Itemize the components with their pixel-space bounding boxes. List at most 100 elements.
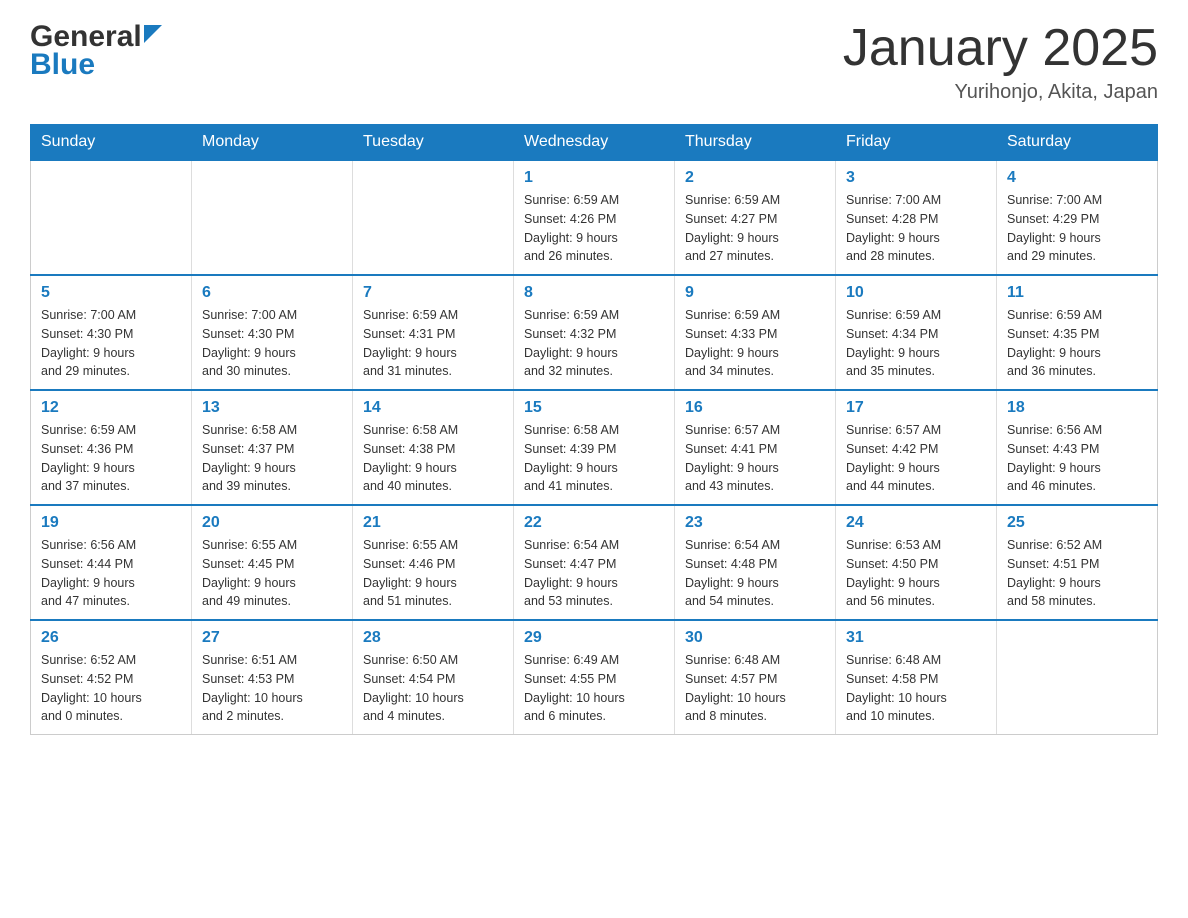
calendar-cell: 22Sunrise: 6:54 AM Sunset: 4:47 PM Dayli… [514, 505, 675, 620]
calendar-cell [997, 620, 1158, 735]
day-number: 11 [1007, 284, 1147, 302]
calendar-cell: 9 Sunrise: 6:59 AM Sunset: 4:33 PM Daylig… [675, 275, 836, 390]
day-info: Sunrise: 6:56 AM Sunset: 4:43 PM Dayligh… [1007, 421, 1147, 496]
day-number: 7 [363, 284, 503, 302]
day-number: 30 [685, 629, 825, 647]
calendar-cell: 26 Sunrise: 6:52 AM Sunset: 4:52 PM Dayli… [31, 620, 192, 735]
calendar-cell: 18 Sunrise: 6:56 AM Sunset: 4:43 PM Dayli… [997, 390, 1158, 505]
day-number: 23 [685, 514, 825, 532]
day-info: Sunrise: 7:00 AM Sunset: 4:28 PM Dayligh… [846, 191, 986, 266]
day-number: 6 [202, 284, 342, 302]
day-number: 9 [685, 284, 825, 302]
calendar-cell: 3 Sunrise: 7:00 AM Sunset: 4:28 PM Daylig… [836, 160, 997, 275]
calendar-cell: 2Sunrise: 6:59 AM Sunset: 4:27 PM Daylig… [675, 160, 836, 275]
calendar-week-row: 26 Sunrise: 6:52 AM Sunset: 4:52 PM Dayli… [31, 620, 1158, 735]
calendar-week-row: 1 Sunrise: 6:59 AM Sunset: 4:26 PM Daylig… [31, 160, 1158, 275]
day-number: 21 [363, 514, 503, 532]
day-info: Sunrise: 6:58 AM Sunset: 4:38 PM Dayligh… [363, 421, 503, 496]
calendar-week-row: 5 Sunrise: 7:00 AM Sunset: 4:30 PM Daylig… [31, 275, 1158, 390]
title-block: January 2025 Yurihonjo, Akita, Japan [843, 20, 1158, 104]
day-info: Sunrise: 7:00 AM Sunset: 4:30 PM Dayligh… [202, 306, 342, 381]
calendar-cell [31, 160, 192, 275]
calendar-cell: 20 Sunrise: 6:55 AM Sunset: 4:45 PM Dayli… [192, 505, 353, 620]
calendar-cell: 11 Sunrise: 6:59 AM Sunset: 4:35 PM Dayli… [997, 275, 1158, 390]
calendar-table: SundayMondayTuesdayWednesdayThursdayFrid… [30, 124, 1158, 735]
day-number: 2 [685, 169, 825, 187]
day-header-thursday: Thursday [675, 125, 836, 161]
day-info: Sunrise: 7:00 AM Sunset: 4:30 PM Dayligh… [41, 306, 181, 381]
calendar-cell: 31Sunrise: 6:48 AM Sunset: 4:58 PM Dayli… [836, 620, 997, 735]
calendar-cell: 25 Sunrise: 6:52 AM Sunset: 4:51 PM Dayli… [997, 505, 1158, 620]
calendar-cell: 28 Sunrise: 6:50 AM Sunset: 4:54 PM Dayli… [353, 620, 514, 735]
day-info: Sunrise: 6:55 AM Sunset: 4:45 PM Dayligh… [202, 536, 342, 611]
day-info: Sunrise: 6:52 AM Sunset: 4:52 PM Dayligh… [41, 651, 181, 726]
calendar-cell: 8 Sunrise: 6:59 AM Sunset: 4:32 PM Daylig… [514, 275, 675, 390]
day-number: 12 [41, 399, 181, 417]
day-header-friday: Friday [836, 125, 997, 161]
day-header-monday: Monday [192, 125, 353, 161]
day-number: 8 [524, 284, 664, 302]
day-number: 3 [846, 169, 986, 187]
day-number: 19 [41, 514, 181, 532]
day-info: Sunrise: 6:50 AM Sunset: 4:54 PM Dayligh… [363, 651, 503, 726]
calendar-cell: 14Sunrise: 6:58 AM Sunset: 4:38 PM Dayli… [353, 390, 514, 505]
calendar-week-row: 12 Sunrise: 6:59 AM Sunset: 4:36 PM Dayli… [31, 390, 1158, 505]
location: Yurihonjo, Akita, Japan [843, 81, 1158, 104]
calendar-cell: 16 Sunrise: 6:57 AM Sunset: 4:41 PM Dayli… [675, 390, 836, 505]
day-header-saturday: Saturday [997, 125, 1158, 161]
logo-blue-text: Blue [30, 48, 95, 82]
calendar-cell: 12 Sunrise: 6:59 AM Sunset: 4:36 PM Dayli… [31, 390, 192, 505]
day-number: 4 [1007, 169, 1147, 187]
day-info: Sunrise: 6:48 AM Sunset: 4:57 PM Dayligh… [685, 651, 825, 726]
calendar-cell: 15 Sunrise: 6:58 AM Sunset: 4:39 PM Dayli… [514, 390, 675, 505]
day-info: Sunrise: 6:53 AM Sunset: 4:50 PM Dayligh… [846, 536, 986, 611]
day-number: 17 [846, 399, 986, 417]
day-info: Sunrise: 6:58 AM Sunset: 4:39 PM Dayligh… [524, 421, 664, 496]
calendar-cell: 19 Sunrise: 6:56 AM Sunset: 4:44 PM Dayli… [31, 505, 192, 620]
day-number: 16 [685, 399, 825, 417]
day-number: 25 [1007, 514, 1147, 532]
day-info: Sunrise: 6:54 AM Sunset: 4:48 PM Dayligh… [685, 536, 825, 611]
calendar-cell: 13 Sunrise: 6:58 AM Sunset: 4:37 PM Dayli… [192, 390, 353, 505]
day-number: 26 [41, 629, 181, 647]
day-info: Sunrise: 6:56 AM Sunset: 4:44 PM Dayligh… [41, 536, 181, 611]
day-info: Sunrise: 6:57 AM Sunset: 4:41 PM Dayligh… [685, 421, 825, 496]
day-info: Sunrise: 6:59 AM Sunset: 4:36 PM Dayligh… [41, 421, 181, 496]
day-info: Sunrise: 6:59 AM Sunset: 4:31 PM Dayligh… [363, 306, 503, 381]
day-header-tuesday: Tuesday [353, 125, 514, 161]
day-info: Sunrise: 6:59 AM Sunset: 4:26 PM Dayligh… [524, 191, 664, 266]
day-number: 24 [846, 514, 986, 532]
day-number: 18 [1007, 399, 1147, 417]
day-info: Sunrise: 6:58 AM Sunset: 4:37 PM Dayligh… [202, 421, 342, 496]
day-number: 27 [202, 629, 342, 647]
day-header-wednesday: Wednesday [514, 125, 675, 161]
day-info: Sunrise: 6:59 AM Sunset: 4:33 PM Dayligh… [685, 306, 825, 381]
day-info: Sunrise: 6:52 AM Sunset: 4:51 PM Dayligh… [1007, 536, 1147, 611]
day-number: 1 [524, 169, 664, 187]
day-number: 10 [846, 284, 986, 302]
calendar-cell: 27Sunrise: 6:51 AM Sunset: 4:53 PM Dayli… [192, 620, 353, 735]
day-number: 28 [363, 629, 503, 647]
day-info: Sunrise: 6:49 AM Sunset: 4:55 PM Dayligh… [524, 651, 664, 726]
calendar-header-row: SundayMondayTuesdayWednesdayThursdayFrid… [31, 125, 1158, 161]
day-number: 15 [524, 399, 664, 417]
day-info: Sunrise: 6:59 AM Sunset: 4:35 PM Dayligh… [1007, 306, 1147, 381]
calendar-cell: 1 Sunrise: 6:59 AM Sunset: 4:26 PM Daylig… [514, 160, 675, 275]
day-info: Sunrise: 6:55 AM Sunset: 4:46 PM Dayligh… [363, 536, 503, 611]
calendar-cell: 23 Sunrise: 6:54 AM Sunset: 4:48 PM Dayli… [675, 505, 836, 620]
calendar-cell [192, 160, 353, 275]
day-number: 20 [202, 514, 342, 532]
calendar-cell: 6 Sunrise: 7:00 AM Sunset: 4:30 PM Daylig… [192, 275, 353, 390]
day-number: 29 [524, 629, 664, 647]
calendar-cell: 17Sunrise: 6:57 AM Sunset: 4:42 PM Dayli… [836, 390, 997, 505]
calendar-cell: 10Sunrise: 6:59 AM Sunset: 4:34 PM Dayli… [836, 275, 997, 390]
day-info: Sunrise: 6:59 AM Sunset: 4:32 PM Dayligh… [524, 306, 664, 381]
calendar-cell: 29 Sunrise: 6:49 AM Sunset: 4:55 PM Dayli… [514, 620, 675, 735]
month-title: January 2025 [843, 20, 1158, 77]
day-number: 13 [202, 399, 342, 417]
day-number: 22 [524, 514, 664, 532]
calendar-cell: 4Sunrise: 7:00 AM Sunset: 4:29 PM Daylig… [997, 160, 1158, 275]
day-number: 5 [41, 284, 181, 302]
calendar-cell: 30 Sunrise: 6:48 AM Sunset: 4:57 PM Dayli… [675, 620, 836, 735]
calendar-week-row: 19 Sunrise: 6:56 AM Sunset: 4:44 PM Dayli… [31, 505, 1158, 620]
